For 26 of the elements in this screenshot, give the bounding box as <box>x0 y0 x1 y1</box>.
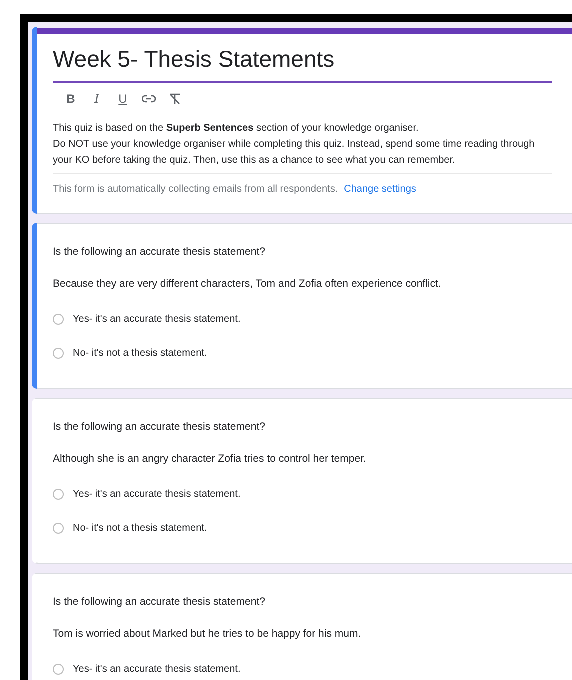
radio-button[interactable] <box>53 348 64 358</box>
question-statement: Although she is an angry character Zofia tries to control her temper. <box>53 453 368 465</box>
question-title: Is the following an accurate thesis statement? <box>53 596 266 608</box>
radio-button[interactable] <box>53 314 64 324</box>
form-title[interactable]: Week 5- Thesis Statements <box>53 46 552 83</box>
radio-button[interactable] <box>53 522 64 534</box>
bold-button[interactable]: B <box>59 89 83 109</box>
form-description: This quiz is based on the Superb Sentences section of your knowledge organiser. <box>53 122 420 136</box>
option-label: Yes- it's an accurate thesis statement. <box>73 664 241 674</box>
change-settings-link[interactable]: Change settings <box>344 184 416 195</box>
link-icon <box>142 95 156 103</box>
option-label: Yes- it's an accurate thesis statement. <box>73 314 241 324</box>
question-title: Is the following an accurate thesis statement? <box>53 246 266 258</box>
option-label: No- it's not a thesis statement. <box>73 348 208 358</box>
question-statement: Tom is worried about Marked but he tries to be happy for his mum. <box>53 628 362 640</box>
clear-format-icon <box>169 93 181 105</box>
italic-button[interactable]: I <box>85 89 109 109</box>
question-statement: Because they are very different characters, Tom and Zofia often experience conflict. <box>53 278 442 290</box>
radio-button[interactable] <box>53 488 64 500</box>
option-label: No- it's not a thesis statement. <box>73 522 208 534</box>
email-notice: This form is automatically collecting emails from all respondents. <box>53 184 338 195</box>
question-title: Is the following an accurate thesis statement? <box>53 421 266 433</box>
form-description: Do NOT use your knowledge organiser while completing this quiz. Instead, spend some time reading through your KO before taking the quiz. Then, use this as a chance to see what you can remember. <box>53 138 536 168</box>
underline-button[interactable]: U <box>111 89 135 109</box>
radio-button[interactable] <box>53 664 64 674</box>
option-label: Yes- it's an accurate thesis statement. <box>73 488 241 500</box>
